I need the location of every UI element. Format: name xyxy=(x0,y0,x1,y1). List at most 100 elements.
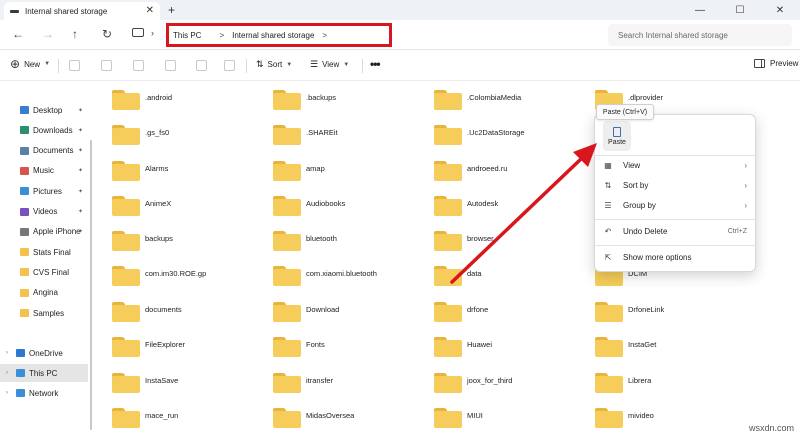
sidebar-item-desktop[interactable]: Desktop ✦ xyxy=(0,101,88,119)
folder-item[interactable]: Audiobooks xyxy=(273,192,345,216)
pin-icon[interactable]: ✦ xyxy=(78,167,83,174)
new-button[interactable]: ⊕ New ▼ xyxy=(10,57,50,71)
folder-item[interactable]: .SHAREit xyxy=(273,121,338,145)
folder-item[interactable]: documents xyxy=(112,298,182,322)
breadcrumb-separator-icon[interactable]: > xyxy=(322,31,327,40)
folder-item[interactable]: DrfoneLink xyxy=(595,298,664,322)
pin-icon[interactable]: ✦ xyxy=(78,188,83,195)
sidebar-item-apple-iphone[interactable]: Apple iPhone ✦ xyxy=(0,223,88,241)
sidebar-item-label: CVS Final xyxy=(33,267,70,277)
folder-item[interactable]: .android xyxy=(112,86,172,110)
divider xyxy=(246,59,247,73)
folder-item[interactable]: AnimeX xyxy=(112,192,171,216)
sidebar-item-network[interactable]: › Network xyxy=(0,384,88,402)
sidebar-item-documents[interactable]: Documents ✦ xyxy=(0,142,88,160)
share-icon[interactable] xyxy=(165,60,176,71)
folder-item[interactable]: .Uc2DataStorage xyxy=(434,121,525,145)
folder-item[interactable]: com.xiaomi.bluetooth xyxy=(273,262,377,286)
sidebar-item-music[interactable]: Music ✦ xyxy=(0,162,88,180)
sidebar-item-samples[interactable]: Samples xyxy=(0,304,88,322)
folder-item[interactable]: .backups xyxy=(273,86,336,110)
pin-icon[interactable]: ✦ xyxy=(78,208,83,215)
search-input[interactable]: Search Internal shared storage xyxy=(608,24,792,46)
plus-icon: ⊕ xyxy=(10,57,21,71)
folder-item[interactable]: .gs_fs0 xyxy=(112,121,169,145)
sidebar-item-cvs-final[interactable]: CVS Final xyxy=(0,263,88,281)
folder-icon xyxy=(434,161,462,181)
refresh-button[interactable]: ↻ xyxy=(102,27,112,41)
sort-button[interactable]: ⇅ Sort ▼ xyxy=(256,59,292,70)
breadcrumb-separator-icon[interactable]: > xyxy=(219,31,224,40)
folder-item[interactable]: drfone xyxy=(434,298,488,322)
chevron-right-icon[interactable]: › xyxy=(6,390,16,396)
maximize-button[interactable]: ☐ xyxy=(720,0,760,20)
folder-item[interactable]: browser xyxy=(434,227,494,251)
tab-close-icon[interactable]: ✕ xyxy=(146,6,154,16)
folder-item[interactable]: joox_for_third xyxy=(434,369,512,393)
computer-icon[interactable] xyxy=(132,28,144,37)
folder-item[interactable]: Fonts xyxy=(273,333,325,357)
folder-item[interactable]: Huawei xyxy=(434,333,492,357)
breadcrumb-internal-shared-storage[interactable]: Internal shared storage xyxy=(232,31,314,40)
up-button[interactable]: ↑ xyxy=(72,27,78,41)
folder-item[interactable]: mace_run xyxy=(112,404,178,428)
view-icon: ☰ xyxy=(310,59,319,69)
folder-item[interactable]: itransfer xyxy=(273,369,333,393)
pin-icon[interactable]: ✦ xyxy=(78,228,83,235)
chevron-right-icon[interactable]: › xyxy=(151,28,154,38)
back-button[interactable]: ← xyxy=(12,27,24,41)
folder-item[interactable]: data xyxy=(434,262,482,286)
forward-button[interactable]: → xyxy=(42,27,54,41)
chevron-right-icon[interactable]: › xyxy=(6,370,16,376)
sidebar-item-videos[interactable]: Videos ✦ xyxy=(0,203,88,221)
sidebar-item-onedrive[interactable]: › OneDrive xyxy=(0,344,88,362)
sidebar-item-this-pc[interactable]: › This PC xyxy=(0,364,88,382)
folder-name: com.xiaomi.bluetooth xyxy=(306,269,377,278)
delete-icon[interactable] xyxy=(224,60,235,71)
cut-icon[interactable] xyxy=(69,60,80,71)
folder-item[interactable]: Alarms xyxy=(112,157,168,181)
copy-icon[interactable] xyxy=(101,60,112,71)
folder-item[interactable]: com.im30.ROE.gp xyxy=(112,262,206,286)
sidebar-item-angina[interactable]: Angina xyxy=(0,284,88,302)
paste-button[interactable]: Paste xyxy=(603,121,631,151)
chevron-right-icon[interactable]: › xyxy=(6,350,16,356)
sidebar-item-stats-final[interactable]: Stats Final xyxy=(0,243,88,261)
folder-item[interactable]: bluetooth xyxy=(273,227,337,251)
tab-internal-shared-storage[interactable]: Internal shared storage ✕ xyxy=(4,2,160,20)
preview-button[interactable]: Preview xyxy=(754,59,798,68)
minimize-button[interactable]: — xyxy=(680,0,720,20)
close-window-button[interactable]: ✕ xyxy=(760,0,800,20)
view-button[interactable]: ☰ View ▼ xyxy=(310,59,349,70)
sidebar-item-pictures[interactable]: Pictures ✦ xyxy=(0,182,88,200)
pin-icon[interactable]: ✦ xyxy=(78,107,83,114)
folder-item[interactable]: InstaGet xyxy=(595,333,656,357)
folder-item[interactable]: Autodesk xyxy=(434,192,498,216)
folder-item[interactable]: mivideo xyxy=(595,404,654,428)
folder-item[interactable]: MidasOversea xyxy=(273,404,354,428)
menu-item-sort-by[interactable]: ⇅ Sort by › xyxy=(599,176,753,194)
folder-item[interactable]: Download xyxy=(273,298,339,322)
folder-item[interactable]: amap xyxy=(273,157,325,181)
menu-item-undo-delete[interactable]: ↶ Undo Delete Ctrl+Z xyxy=(599,222,753,240)
folder-item[interactable]: InstaSave xyxy=(112,369,178,393)
share-alt-icon[interactable] xyxy=(196,60,207,71)
scrollbar[interactable] xyxy=(90,140,92,430)
menu-item-view[interactable]: ▦ View › xyxy=(599,156,753,174)
breadcrumb[interactable]: This PC > Internal shared storage > xyxy=(166,23,392,47)
pin-icon[interactable]: ✦ xyxy=(78,147,83,154)
folder-item[interactable]: androeed.ru xyxy=(434,157,507,181)
more-options-button[interactable]: ••• xyxy=(370,57,381,71)
new-tab-button[interactable]: + xyxy=(168,3,175,17)
breadcrumb-this-pc[interactable]: This PC xyxy=(173,31,201,40)
rename-icon[interactable] xyxy=(133,60,144,71)
folder-item[interactable]: Librera xyxy=(595,369,651,393)
folder-item[interactable]: FileExplorer xyxy=(112,333,185,357)
folder-item[interactable]: .ColombiaMedia xyxy=(434,86,521,110)
menu-item-group-by[interactable]: ☰ Group by › xyxy=(599,196,753,214)
menu-item-show-more-options[interactable]: ⇱ Show more options xyxy=(599,248,753,266)
sidebar-item-downloads[interactable]: Downloads ✦ xyxy=(0,121,88,139)
folder-item[interactable]: backups xyxy=(112,227,173,251)
pin-icon[interactable]: ✦ xyxy=(78,127,83,134)
folder-item[interactable]: MIUI xyxy=(434,404,483,428)
